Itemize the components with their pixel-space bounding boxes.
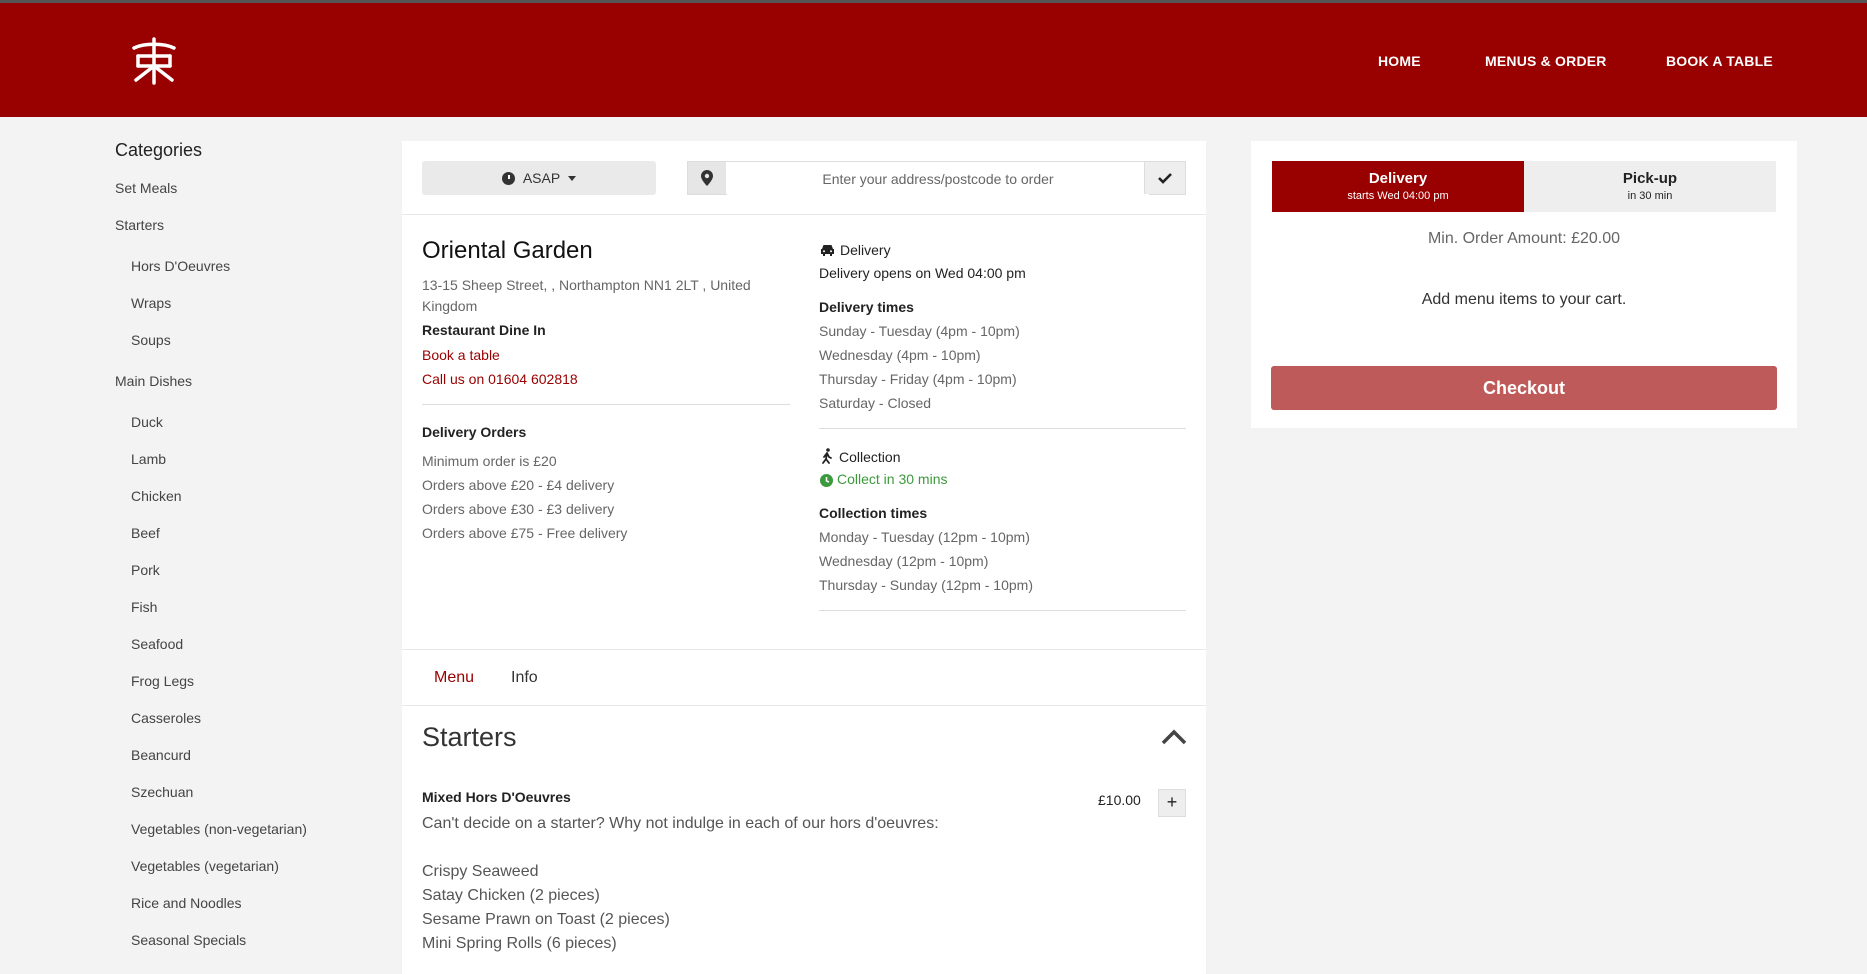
call-us-link[interactable]: Call us on 01604 602818 xyxy=(422,371,578,387)
menu-item-description: Can't decide on a starter? Why not indul… xyxy=(422,815,939,832)
pickup-mode-sub: in 30 min xyxy=(1627,190,1673,202)
menu-item-description-line: Sesame Prawn on Toast (2 pieces) xyxy=(422,911,670,928)
chevron-up-icon[interactable] xyxy=(1161,727,1187,747)
tab-info[interactable]: Info xyxy=(511,669,538,687)
walking-person-icon xyxy=(822,448,832,464)
delivery-order-rule: Orders above £30 - £3 delivery xyxy=(422,501,615,517)
restaurant-logo-icon[interactable] xyxy=(128,36,180,86)
category-main-dishes[interactable]: Main Dishes xyxy=(115,373,192,389)
address-search-group xyxy=(687,161,1186,196)
category-beef[interactable]: Beef xyxy=(131,525,160,541)
order-bar-divider xyxy=(402,214,1206,215)
category-set-meals[interactable]: Set Meals xyxy=(115,180,177,196)
order-time-dropdown[interactable]: ASAP xyxy=(422,161,656,195)
caret-down-icon xyxy=(568,175,577,181)
menu-item-description-line: Mini Spring Rolls (6 pieces) xyxy=(422,935,617,952)
restaurant-main-panel: ASAP Oriental Garden 13-15 Sheep Street,… xyxy=(402,141,1206,974)
add-to-cart-button[interactable]: + xyxy=(1158,789,1186,817)
category-frog-legs[interactable]: Frog Legs xyxy=(131,673,194,689)
category-seafood[interactable]: Seafood xyxy=(131,636,183,652)
cart-panel: Delivery starts Wed 04:00 pm Pick-up in … xyxy=(1251,141,1797,428)
category-chicken[interactable]: Chicken xyxy=(131,488,182,504)
category-vegetables-vegetarian[interactable]: Vegetables (vegetarian) xyxy=(131,858,279,874)
delivery-order-rule: Orders above £20 - £4 delivery xyxy=(422,477,615,493)
category-wraps[interactable]: Wraps xyxy=(131,295,171,311)
category-soups[interactable]: Soups xyxy=(131,332,171,348)
category-duck[interactable]: Duck xyxy=(131,414,163,430)
collection-divider xyxy=(819,610,1186,611)
confirm-address-button[interactable] xyxy=(1144,162,1185,194)
delivery-mode-label: Delivery xyxy=(1368,170,1428,187)
delivery-times-title: Delivery times xyxy=(819,299,914,315)
collection-title: Collection xyxy=(839,449,901,465)
location-pin-button[interactable] xyxy=(688,162,726,194)
delivery-status: Delivery opens on Wed 04:00 pm xyxy=(819,265,1026,281)
map-pin-icon xyxy=(701,170,713,186)
delivery-time-row: Saturday - Closed xyxy=(819,395,932,411)
menu-info-tabs: Menu Info xyxy=(402,649,1206,706)
menu-item-description-line: Crispy Seaweed xyxy=(422,863,539,880)
menu-item-price: £10.00 xyxy=(1098,792,1141,808)
green-clock-icon xyxy=(820,474,833,487)
nav-home-link[interactable]: HOME xyxy=(1378,53,1421,69)
collection-time-row: Thursday - Sunday (12pm - 10pm) xyxy=(819,577,1033,593)
menu-section-title: Starters xyxy=(422,722,517,752)
delivery-time-row: Sunday - Tuesday (4pm - 10pm) xyxy=(819,323,1020,339)
clock-icon xyxy=(501,171,515,185)
menu-item-name: Mixed Hors D'Oeuvres xyxy=(422,789,571,805)
delivery-time-row: Wednesday (4pm - 10pm) xyxy=(819,347,981,363)
nav-menus-order-link[interactable]: MENUS & ORDER xyxy=(1485,53,1607,69)
cart-empty-message: Add menu items to your cart. xyxy=(1421,291,1627,308)
category-vegetables-non-vegetarian[interactable]: Vegetables (non-vegetarian) xyxy=(131,821,307,837)
book-table-link[interactable]: Book a table xyxy=(422,347,500,363)
pickup-mode-button[interactable]: Pick-up in 30 min xyxy=(1524,161,1776,212)
collection-status: Collect in 30 mins xyxy=(837,471,948,487)
nav-book-table-link[interactable]: BOOK A TABLE xyxy=(1666,53,1773,69)
tab-menu[interactable]: Menu xyxy=(434,669,474,687)
delivery-title: Delivery xyxy=(840,242,891,258)
delivery-time-row: Thursday - Friday (4pm - 10pm) xyxy=(819,371,1017,387)
category-fish[interactable]: Fish xyxy=(131,599,157,615)
delivery-order-rule: Orders above £75 - Free delivery xyxy=(422,525,628,541)
category-szechuan[interactable]: Szechuan xyxy=(131,784,193,800)
collection-time-row: Wednesday (12pm - 10pm) xyxy=(819,553,989,569)
order-time-value: ASAP xyxy=(522,170,561,186)
site-header: HOME MENUS & ORDER BOOK A TABLE xyxy=(0,3,1867,117)
category-pork[interactable]: Pork xyxy=(131,562,160,578)
category-hors-doeuvres[interactable]: Hors D'Oeuvres xyxy=(131,258,230,274)
categories-title: Categories xyxy=(115,140,203,160)
car-icon xyxy=(821,245,834,256)
pickup-mode-label: Pick-up xyxy=(1622,170,1678,187)
category-casseroles[interactable]: Casseroles xyxy=(131,710,201,726)
delivery-divider xyxy=(819,428,1186,429)
category-rice-and-noodles[interactable]: Rice and Noodles xyxy=(131,895,242,911)
category-lamb[interactable]: Lamb xyxy=(131,451,166,467)
collection-time-row: Monday - Tuesday (12pm - 10pm) xyxy=(819,529,1030,545)
restaurant-name: Oriental Garden xyxy=(422,237,593,264)
menu-item-description-line: Satay Chicken (2 pieces) xyxy=(422,887,600,904)
address-postcode-input[interactable] xyxy=(727,162,1149,196)
restaurant-address: 13-15 Sheep Street, , Northampton NN1 2L… xyxy=(422,277,751,314)
category-beancurd[interactable]: Beancurd xyxy=(131,747,191,763)
min-order-amount: Min. Order Amount: £20.00 xyxy=(1427,230,1621,247)
info-divider-left xyxy=(422,404,790,405)
delivery-orders-title: Delivery Orders xyxy=(422,424,527,440)
checkout-button[interactable]: Checkout xyxy=(1271,366,1777,410)
checkmark-icon xyxy=(1158,173,1172,184)
category-seasonal-specials[interactable]: Seasonal Specials xyxy=(131,932,246,948)
delivery-order-rule: Minimum order is £20 xyxy=(422,453,557,469)
delivery-mode-sub: starts Wed 04:00 pm xyxy=(1347,190,1449,202)
category-starters[interactable]: Starters xyxy=(115,217,164,233)
collection-times-title: Collection times xyxy=(819,505,928,521)
delivery-mode-button[interactable]: Delivery starts Wed 04:00 pm xyxy=(1272,161,1524,212)
dine-in-label: Restaurant Dine In xyxy=(422,322,546,338)
